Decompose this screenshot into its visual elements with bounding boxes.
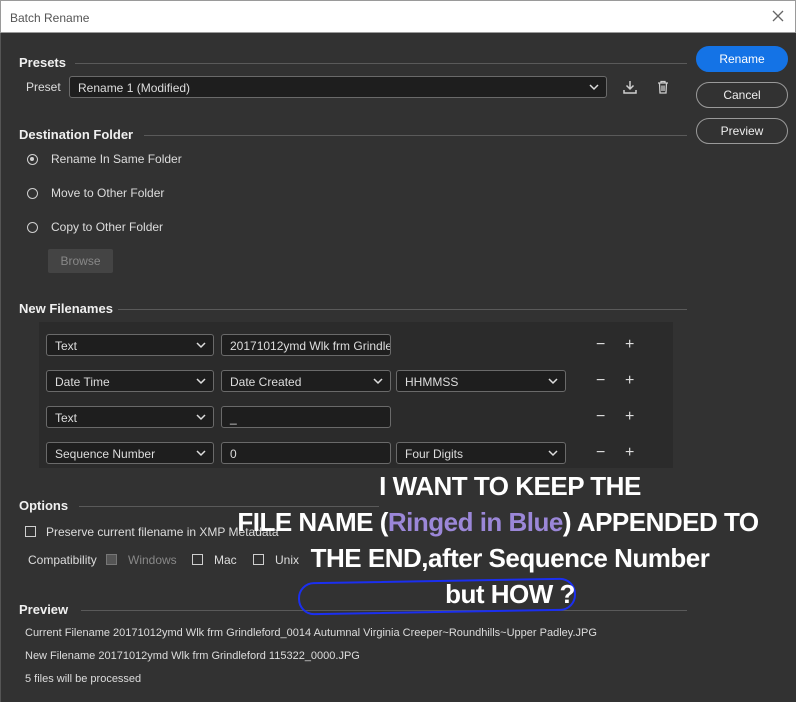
preset-select[interactable]: Rename 1 (Modified) bbox=[69, 76, 607, 98]
move-other-folder-radio[interactable] bbox=[27, 188, 38, 199]
annotation-line2-a: FILE NAME ( bbox=[237, 507, 388, 537]
compatibility-label: Compatibility bbox=[28, 553, 97, 567]
options-title: Options bbox=[19, 498, 69, 513]
window-title: Batch Rename bbox=[10, 11, 90, 25]
preview-button[interactable]: Preview bbox=[696, 118, 788, 144]
chevron-down-icon bbox=[196, 414, 206, 421]
title-bar: Batch Rename bbox=[0, 0, 796, 33]
row1-remove-button[interactable]: − bbox=[596, 337, 605, 353]
mac-label: Mac bbox=[214, 553, 237, 567]
preset-label: Preset bbox=[26, 80, 61, 94]
copy-other-folder-radio[interactable] bbox=[27, 222, 38, 233]
row2-type-select[interactable]: Date Time bbox=[46, 370, 214, 392]
copy-other-folder-label: Copy to Other Folder bbox=[51, 220, 164, 234]
annotation-line2-b: ) APPENDED TO bbox=[562, 507, 759, 537]
presets-title: Presets bbox=[19, 55, 66, 70]
rename-button[interactable]: Rename bbox=[696, 46, 788, 72]
row2-field-value: Date Created bbox=[230, 375, 302, 389]
chevron-down-icon bbox=[196, 450, 206, 457]
row3-remove-button[interactable]: − bbox=[596, 409, 605, 425]
annotation-line1: I WANT TO KEEP THE bbox=[379, 471, 641, 501]
annotation-line4: but HOW ? bbox=[445, 579, 575, 609]
divider bbox=[75, 63, 687, 64]
row4-type-select[interactable]: Sequence Number bbox=[46, 442, 214, 464]
row1-type-select[interactable]: Text bbox=[46, 334, 214, 356]
cancel-button[interactable]: Cancel bbox=[696, 82, 788, 108]
row3-type-value: Text bbox=[55, 411, 78, 425]
row2-format-select[interactable]: HHMMSS bbox=[396, 370, 566, 392]
new-filename: New Filename 20171012ymd Wlk frm Grindle… bbox=[25, 650, 360, 662]
files-processed-count: 5 files will be processed bbox=[25, 673, 142, 685]
new-filenames-title: New Filenames bbox=[19, 301, 113, 316]
rename-same-folder-radio[interactable] bbox=[27, 154, 38, 165]
annotation-highlight: Ringed in Blue bbox=[387, 507, 564, 537]
row2-remove-button[interactable]: − bbox=[596, 373, 605, 389]
row4-number-input[interactable]: 0 bbox=[221, 442, 391, 464]
chevron-down-icon bbox=[589, 84, 599, 91]
row2-format-value: HHMMSS bbox=[405, 375, 459, 389]
row3-text-input[interactable]: _ bbox=[221, 406, 391, 428]
browse-button[interactable]: Browse bbox=[48, 249, 113, 273]
annotation-line3: THE END,after Sequence Number bbox=[310, 543, 710, 573]
chevron-down-icon bbox=[196, 378, 206, 385]
unix-checkbox[interactable] bbox=[253, 554, 264, 565]
preserve-filename-checkbox[interactable] bbox=[25, 526, 36, 537]
row4-type-value: Sequence Number bbox=[55, 447, 156, 461]
divider bbox=[144, 135, 687, 136]
row1-text-input[interactable]: 20171012ymd Wlk frm Grindlef bbox=[221, 334, 391, 356]
close-icon[interactable] bbox=[769, 7, 787, 25]
preview-title: Preview bbox=[19, 602, 69, 617]
row3-add-button[interactable]: + bbox=[625, 409, 634, 425]
divider bbox=[118, 309, 687, 310]
row1-type-value: Text bbox=[55, 339, 78, 353]
rename-same-folder-label: Rename In Same Folder bbox=[51, 152, 182, 166]
move-other-folder-label: Move to Other Folder bbox=[51, 186, 165, 200]
row4-format-value: Four Digits bbox=[405, 447, 464, 461]
row1-add-button[interactable]: + bbox=[625, 337, 634, 353]
mac-checkbox[interactable] bbox=[192, 554, 203, 565]
save-preset-icon[interactable] bbox=[622, 79, 638, 95]
chevron-down-icon bbox=[196, 342, 206, 349]
delete-preset-icon[interactable] bbox=[655, 79, 671, 95]
chevron-down-icon bbox=[548, 378, 558, 385]
annotation-line2: FILE NAME (Ringed in Blue) APPENDED TO bbox=[200, 504, 796, 540]
row4-remove-button[interactable]: − bbox=[596, 445, 605, 461]
chevron-down-icon bbox=[373, 378, 383, 385]
row3-type-select[interactable]: Text bbox=[46, 406, 214, 428]
destination-title: Destination Folder bbox=[19, 127, 134, 142]
current-filename: Current Filename 20171012ymd Wlk frm Gri… bbox=[25, 627, 597, 639]
row2-add-button[interactable]: + bbox=[625, 373, 634, 389]
row2-field-select[interactable]: Date Created bbox=[221, 370, 391, 392]
windows-checkbox bbox=[106, 554, 117, 565]
row2-type-value: Date Time bbox=[55, 375, 110, 389]
chevron-down-icon bbox=[548, 450, 558, 457]
row4-add-button[interactable]: + bbox=[625, 445, 634, 461]
preset-value: Rename 1 (Modified) bbox=[78, 81, 191, 95]
windows-label: Windows bbox=[128, 553, 177, 567]
row4-format-select[interactable]: Four Digits bbox=[396, 442, 566, 464]
